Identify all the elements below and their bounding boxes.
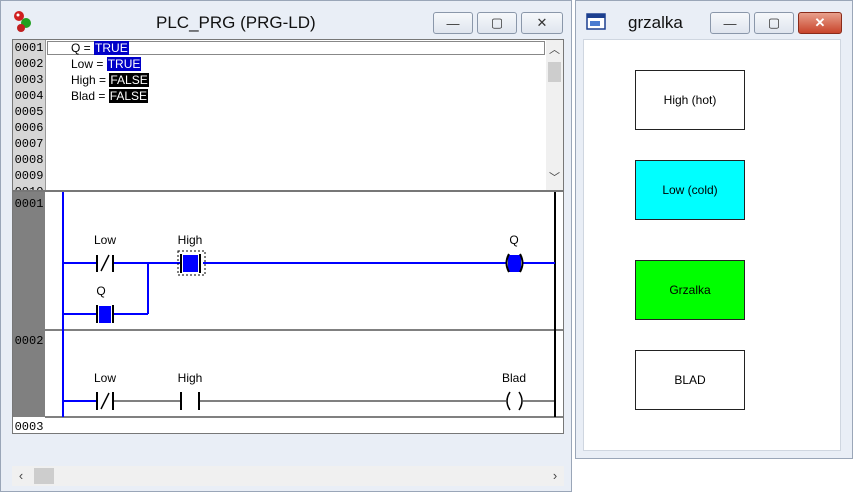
ladder-diagram: Low High Q Q Low High Blad	[45, 192, 563, 418]
line-number: 0002	[14, 57, 44, 71]
line-number: 0003	[14, 73, 44, 87]
label-blad: Blad	[502, 371, 526, 385]
minimize-icon: —	[723, 15, 737, 31]
value-high: FALSE	[109, 73, 149, 87]
line-number: 0007	[14, 137, 44, 151]
title-bar-right[interactable]: grzalka — ▢ ✕	[576, 1, 852, 39]
indicator-grzalka[interactable]: Grzalka	[635, 260, 745, 320]
contact-high[interactable]	[177, 250, 206, 276]
window-title: PLC_PRG (PRG-LD)	[156, 13, 316, 32]
window-icon	[586, 13, 606, 30]
line-number: 0010	[13, 184, 45, 190]
scroll-thumb-horizontal[interactable]	[34, 468, 54, 484]
contact-q-parallel[interactable]	[96, 305, 114, 323]
indicator-blad[interactable]: BLAD	[635, 350, 745, 410]
rung-1	[63, 262, 555, 315]
scroll-left-icon[interactable]: ‹	[12, 466, 30, 486]
title-bar[interactable]: PLC_PRG (PRG-LD) — ▢ ✕	[1, 1, 571, 39]
horizontal-scrollbar[interactable]: ‹ ›	[12, 466, 564, 486]
contact-low-nc-2[interactable]	[96, 392, 114, 410]
line-number: 0004	[14, 89, 44, 103]
label-high-2: High	[178, 371, 203, 385]
coil-q[interactable]	[505, 253, 524, 273]
declarations-scrollbar[interactable]: ︿ ﹀	[546, 40, 563, 190]
contact-low-nc[interactable]	[96, 254, 114, 272]
maximize-icon: ▢	[490, 15, 504, 30]
scroll-down-icon[interactable]: ﹀	[546, 170, 563, 186]
value-blad: FALSE	[108, 89, 149, 103]
visualization-window: grzalka — ▢ ✕ High (hot) Low (cold) Grza…	[575, 0, 853, 459]
line-number: 0001	[14, 41, 44, 55]
scroll-right-icon[interactable]: ›	[546, 466, 564, 486]
scroll-thumb[interactable]	[548, 62, 561, 82]
visualization-canvas: High (hot) Low (cold) Grzalka BLAD	[583, 39, 841, 451]
line-number: 0005	[14, 105, 44, 119]
contact-high-2[interactable]	[180, 392, 200, 410]
line-number: 0008	[14, 153, 44, 167]
close-button[interactable]: ✕	[521, 12, 563, 34]
label-low: Low	[94, 233, 116, 247]
minimize-button-right[interactable]: —	[710, 12, 750, 34]
close-button-right[interactable]: ✕	[798, 12, 842, 34]
close-icon: ✕	[536, 15, 548, 30]
label-q-parallel: Q	[96, 284, 105, 298]
close-icon: ✕	[814, 15, 826, 30]
value-low: TRUE	[106, 57, 142, 71]
label-high: High	[178, 233, 203, 247]
label-low-2: Low	[94, 371, 116, 385]
decl-line-q[interactable]: Q = TRUE	[71, 41, 129, 55]
maximize-button[interactable]: ▢	[477, 12, 517, 34]
coil-blad[interactable]	[506, 391, 523, 411]
app-icon	[14, 11, 31, 32]
label-q-coil: Q	[509, 233, 518, 247]
declaration-editor[interactable]: 0001 0002 0003 0004 0005 0006 0007 0008 00090010…	[12, 39, 564, 191]
maximize-icon: ▢	[767, 15, 781, 30]
minimize-button[interactable]: —	[433, 12, 473, 34]
maximize-button-right[interactable]: ▢	[754, 12, 794, 34]
decl-line-high[interactable]: High = FALSE	[71, 73, 149, 87]
line-number: 0009	[14, 169, 44, 183]
window-title-right: grzalka	[628, 13, 683, 32]
indicator-high-hot[interactable]: High (hot)	[635, 70, 745, 130]
minimize-icon: —	[446, 15, 460, 31]
scroll-up-icon[interactable]: ︿	[546, 42, 563, 58]
line-number: 0006	[14, 121, 44, 135]
ladder-editor[interactable]: 0001 0002 0003 Low High Q Q Low High Bla…	[12, 191, 564, 434]
decl-line-low[interactable]: Low = TRUE	[71, 57, 142, 71]
indicator-low-cold[interactable]: Low (cold)	[635, 160, 745, 220]
decl-line-blad[interactable]: Blad = FALSE	[71, 89, 149, 103]
value-q: TRUE	[94, 41, 129, 55]
plc-prg-window: PLC_PRG (PRG-LD) — ▢ ✕ 0001 0002 0003 0004 0…	[0, 0, 572, 492]
